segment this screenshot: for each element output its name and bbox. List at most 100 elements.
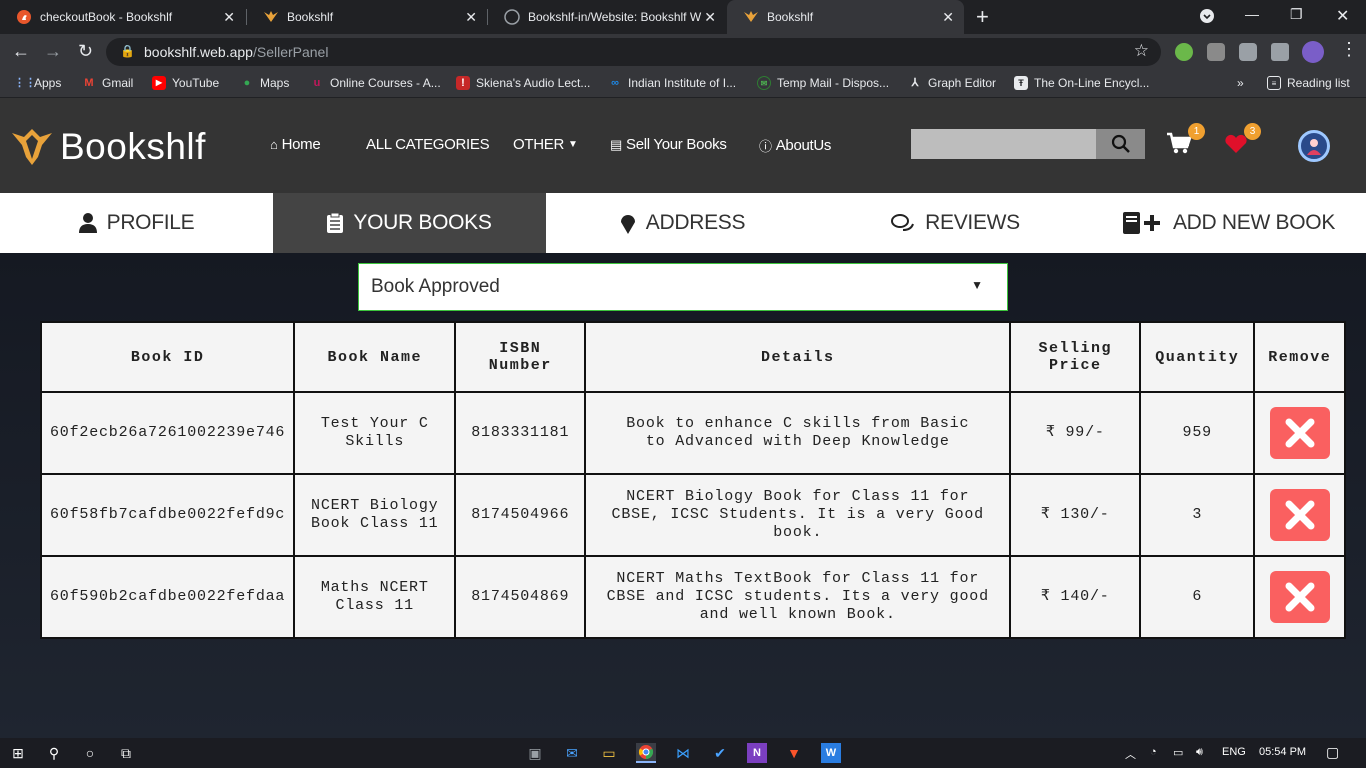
- bookmark-gmail[interactable]: M Gmail: [82, 76, 133, 90]
- forward-arrow-icon[interactable]: →: [44, 42, 62, 60]
- battery-icon[interactable]: ▭: [1173, 746, 1183, 759]
- table-header-row: Book ID Book Name ISBN Number Details Se…: [39, 321, 1347, 393]
- bookmark-label: Temp Mail - Dispos...: [777, 76, 890, 90]
- close-x-icon: [1285, 500, 1315, 530]
- clock-time[interactable]: 05:54 PM: [1259, 746, 1306, 758]
- nav-other-dropdown[interactable]: OTHER ▼: [513, 136, 578, 153]
- search-icon[interactable]: ⚲: [44, 743, 64, 763]
- seller-panel-tabs: PROFILE YOUR BOOKS ADDRESS REVIEWS ADD N…: [0, 193, 1366, 253]
- bookmark-maps[interactable]: ● Maps: [240, 76, 290, 90]
- vscode-icon[interactable]: ⋈: [673, 743, 693, 763]
- input-language[interactable]: ENG: [1222, 746, 1246, 758]
- browser-tab-active[interactable]: Bookshlf ✕: [727, 0, 964, 34]
- restore-icon[interactable]: ❐: [1290, 6, 1303, 23]
- bookmarks-overflow[interactable]: »: [1237, 76, 1244, 90]
- reading-list-button[interactable]: ≡ Reading list: [1267, 76, 1350, 90]
- tab-add-new-book[interactable]: ADD NEW BOOK: [1092, 193, 1366, 253]
- notifications-icon[interactable]: ▢: [1326, 744, 1339, 761]
- tab-reviews[interactable]: REVIEWS: [819, 193, 1092, 253]
- back-arrow-icon[interactable]: ←: [12, 42, 30, 60]
- nav-all-categories[interactable]: ALL CATEGORIES: [366, 136, 490, 153]
- close-tab-icon[interactable]: ✕: [942, 9, 954, 26]
- windows-start-icon[interactable]: ⊞: [8, 743, 28, 763]
- overflow-chevron-icon: »: [1237, 76, 1244, 90]
- table-row: 60f2ecb26a7261002239e746 Test Your C Ski…: [39, 391, 1347, 475]
- comments-icon: [891, 214, 915, 231]
- gmail-icon: M: [84, 77, 94, 89]
- bookmark-oeis[interactable]: Ŧ The On-Line Encycl...: [1014, 76, 1149, 90]
- nav-home[interactable]: ⌂ Home: [270, 136, 321, 153]
- selected-status: Book Approved: [371, 276, 500, 297]
- tab-label: YOUR BOOKS: [353, 211, 492, 234]
- remove-book-button[interactable]: [1269, 489, 1330, 541]
- bookmark-apps[interactable]: ⋮⋮ Apps: [14, 76, 61, 90]
- browser-tab[interactable]: Bookshlf ✕: [247, 0, 487, 34]
- bookmark-online-courses[interactable]: u Online Courses - A...: [310, 76, 441, 90]
- browser-tab-bar: checkoutBook - Bookshlf ✕ Bookshlf ✕ Boo…: [0, 0, 1366, 34]
- user-avatar[interactable]: [1298, 130, 1330, 162]
- windows-taskbar: ⊞ ⚲ ○ ⧉ ▣ ✉ ▭ ⋈ ✔ N ▼ W ︿ ◔ ▭ 🔊︎ ENG 05:…: [0, 738, 1366, 768]
- minimize-icon[interactable]: —: [1245, 6, 1259, 22]
- nav-label: ALL CATEGORIES: [366, 136, 490, 153]
- menu-dots-icon[interactable]: ⋮: [1340, 40, 1358, 58]
- flame-icon: [16, 9, 32, 25]
- tab-label: PROFILE: [106, 211, 195, 234]
- puzzle-icon[interactable]: [1271, 43, 1289, 61]
- search-button[interactable]: [1096, 129, 1145, 159]
- mail-icon[interactable]: ✉: [562, 743, 582, 763]
- window-close-icon[interactable]: ✕: [1336, 6, 1349, 26]
- profile-avatar[interactable]: [1302, 41, 1324, 63]
- bookmark-youtube[interactable]: ▶ YouTube: [152, 76, 219, 90]
- tab-address[interactable]: ADDRESS: [546, 193, 819, 253]
- bookmark-skiena[interactable]: ! Skiena's Audio Lect...: [456, 76, 590, 90]
- wifi-icon[interactable]: ◔: [1150, 746, 1157, 758]
- browser-tab[interactable]: Bookshlf-in/Website: Bookshlf W ✕: [488, 0, 726, 34]
- home-icon: ⌂: [270, 137, 278, 152]
- store-icon[interactable]: ▣: [525, 743, 545, 763]
- tab-search-icon[interactable]: [1200, 9, 1214, 26]
- bookmark-temp-mail[interactable]: ✉ Temp Mail - Dispos...: [757, 76, 889, 90]
- cell-remove: [1253, 555, 1347, 639]
- apps-grid-icon: ⋮⋮: [14, 77, 36, 89]
- reload-icon[interactable]: ↻: [78, 42, 93, 60]
- cart-button[interactable]: 1: [1166, 123, 1205, 159]
- nav-label: Home: [281, 136, 321, 153]
- cell-remove: [1253, 473, 1347, 557]
- bookmark-graph-editor[interactable]: ⅄ Graph Editor: [908, 76, 996, 90]
- site-logo[interactable]: Bookshlf: [12, 126, 206, 168]
- remove-book-button[interactable]: [1269, 571, 1330, 623]
- bookmark-star-icon[interactable]: ☆: [1134, 41, 1149, 61]
- header-selling-price: Selling Price: [1009, 321, 1142, 393]
- infinity-icon: ∞: [611, 77, 619, 89]
- extension-icon[interactable]: [1207, 43, 1225, 61]
- new-tab-button[interactable]: +: [976, 4, 989, 30]
- chrome-icon[interactable]: [636, 743, 656, 763]
- tab-your-books[interactable]: YOUR BOOKS: [273, 193, 546, 253]
- search-input[interactable]: [911, 129, 1096, 159]
- close-tab-icon[interactable]: ✕: [223, 9, 235, 26]
- remove-book-button[interactable]: [1269, 407, 1330, 459]
- extension-icon[interactable]: [1175, 43, 1193, 61]
- brave-icon[interactable]: ▼: [784, 743, 804, 763]
- close-x-icon: [1285, 418, 1315, 448]
- browser-tab[interactable]: checkoutBook - Bookshlf ✕: [0, 0, 245, 34]
- volume-icon[interactable]: 🔊︎: [1196, 746, 1203, 759]
- bookmark-iiit[interactable]: ∞ Indian Institute of I...: [608, 76, 736, 90]
- wishlist-button[interactable]: 3: [1224, 123, 1261, 159]
- writer-icon[interactable]: W: [821, 743, 841, 763]
- todo-check-icon[interactable]: ✔: [710, 743, 730, 763]
- tab-profile[interactable]: PROFILE: [0, 193, 273, 253]
- task-view-icon[interactable]: ⧉: [116, 743, 136, 763]
- close-tab-icon[interactable]: ✕: [704, 9, 716, 26]
- address-bar[interactable]: 🔒 bookshlf.web.app/SellerPanel ☆: [106, 38, 1161, 66]
- file-explorer-icon[interactable]: ▭: [599, 743, 619, 763]
- cortana-icon[interactable]: ○: [80, 743, 100, 763]
- close-tab-icon[interactable]: ✕: [465, 9, 477, 26]
- onenote-icon[interactable]: N: [747, 743, 767, 763]
- nav-sell-your-books[interactable]: ▤ Sell Your Books: [610, 136, 727, 153]
- tray-chevron-icon[interactable]: ︿: [1125, 746, 1136, 762]
- dropdown-arrow-icon: ▼: [971, 278, 983, 292]
- nav-about-us[interactable]: ⓘ AboutUs: [759, 136, 831, 155]
- book-status-select[interactable]: Book Approved ▼: [358, 263, 1008, 311]
- extension-icon[interactable]: [1239, 43, 1257, 61]
